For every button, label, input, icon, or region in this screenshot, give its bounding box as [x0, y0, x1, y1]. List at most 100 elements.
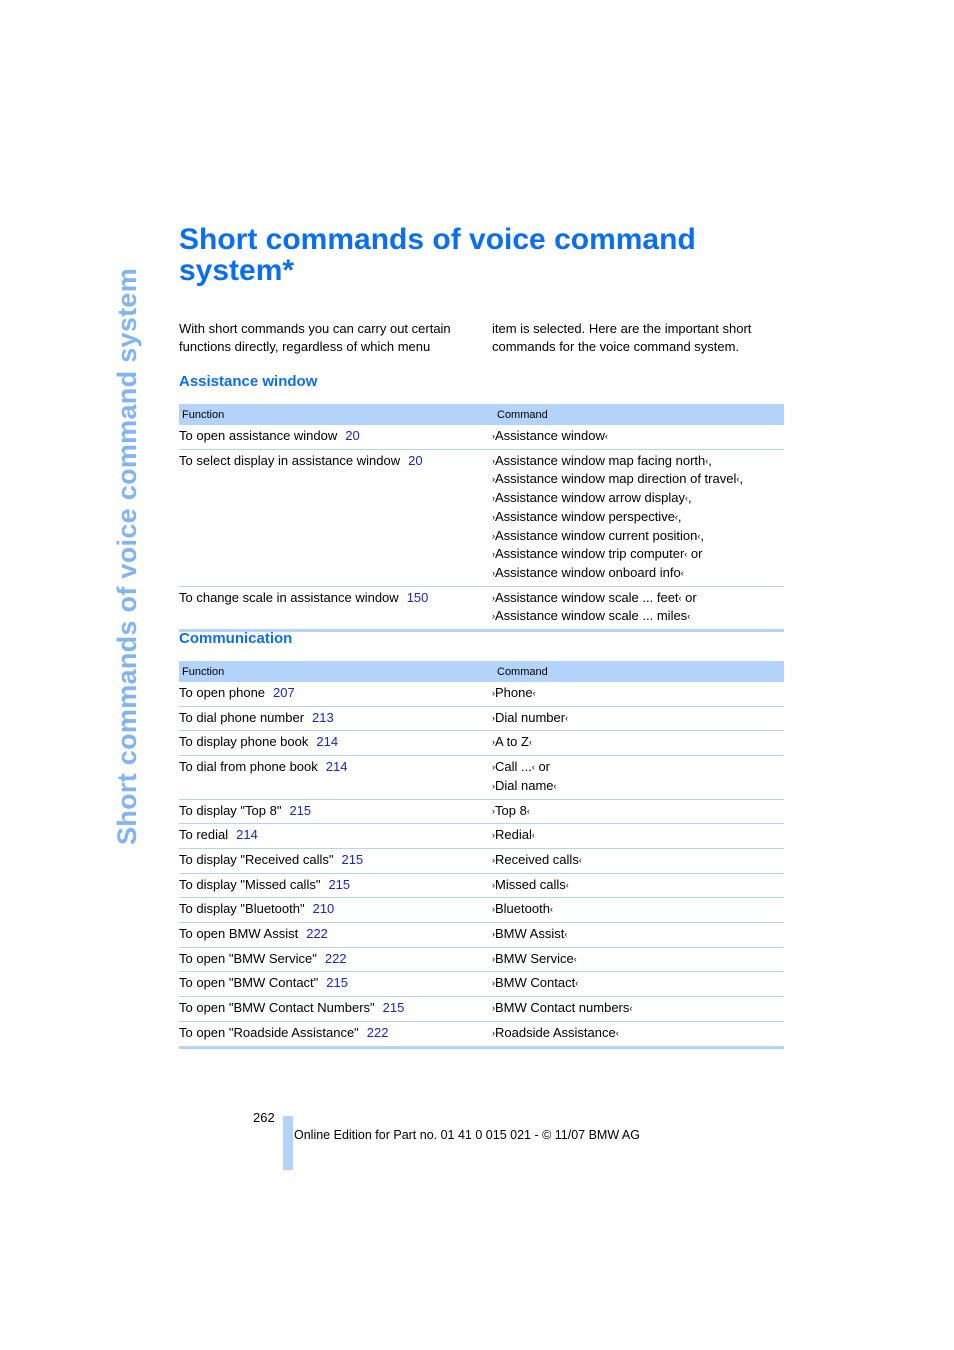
voice-command: ›Roadside Assistance‹ [492, 1024, 784, 1043]
function-text: To display "Missed calls" [179, 876, 321, 892]
function-text: To display "Top 8" [179, 802, 282, 818]
function-cell: To display "Bluetooth" 210 [179, 897, 492, 924]
voice-command: ›Assistance window map facing north‹, [492, 452, 784, 471]
section-heading-communication: Communication [179, 630, 293, 647]
quote-close-mark: ‹ [565, 879, 569, 890]
voice-command: ›Redial‹ [492, 826, 784, 845]
command-text: Phone [495, 685, 533, 700]
page-reference-link[interactable]: 213 [312, 710, 334, 725]
table-row: To change scale in assistance window 150 ›… [179, 586, 784, 633]
page-reference-link[interactable]: 214 [236, 827, 258, 842]
function-text: To dial phone number [179, 709, 305, 725]
quote-close-mark: ‹ [575, 978, 579, 989]
page-reference-link[interactable]: 210 [313, 901, 335, 916]
page-reference-link[interactable]: 222 [367, 1025, 389, 1040]
page-reference-link[interactable]: 214 [326, 759, 348, 774]
command-text: Assistance window trip computer [495, 546, 685, 562]
command-text: Assistance window current position [495, 527, 698, 543]
voice-command: ›BMW Contact‹ [492, 974, 784, 993]
table-header-row: Function Command [179, 404, 784, 425]
function-cell: To open "Roadside Assistance" 222 [179, 1021, 492, 1049]
function-cell: To select display in assistance window 20 [179, 449, 492, 587]
table-body: To open assistance window 20 ›Assistance w… [179, 425, 784, 633]
function-cell: To open assistance window 20 [179, 425, 492, 450]
page-reference-link[interactable]: 20 [408, 453, 422, 468]
page-reference-link[interactable]: 207 [273, 685, 295, 700]
page-number: 262 [253, 1110, 275, 1125]
page-reference-link[interactable]: 20 [345, 428, 359, 443]
page-reference-link[interactable]: 215 [289, 803, 311, 818]
intro-left: With short commands you can carry out ce… [179, 321, 451, 354]
quote-close-mark: ‹ [629, 1003, 633, 1014]
table-row: To display "Missed calls" 215 ›Missed call… [179, 873, 784, 899]
assistance-window-table: Function Command To open assistance wind… [179, 404, 784, 633]
voice-command: ›Bluetooth‹ [492, 900, 784, 919]
command-text: BMW Service [495, 950, 574, 966]
voice-command: ›Dial number‹ [492, 709, 784, 728]
command-cell: ›Call ...‹ or ›Dial name‹ [492, 755, 784, 800]
function-text: To open phone [179, 685, 266, 700]
command-text: BMW Contact numbers [495, 1000, 630, 1016]
command-text: Top 8 [495, 802, 527, 818]
quote-close-mark: ‹ [604, 431, 608, 441]
function-cell: To dial phone number 213 [179, 706, 492, 732]
command-cell: ›Bluetooth‹ [492, 897, 784, 924]
command-cell: ›Roadside Assistance‹ [492, 1021, 784, 1049]
command-cell: ›Phone‹ [492, 682, 784, 707]
quote-close-mark: ‹ [532, 688, 536, 698]
page-reference-link[interactable]: 150 [407, 590, 429, 605]
function-text: To redial [179, 827, 229, 843]
edition-text: Online Edition for Part no. 01 41 0 015 … [294, 1128, 640, 1142]
command-text: Roadside Assistance [495, 1024, 616, 1040]
command-cell: ›Redial‹ [492, 823, 784, 849]
command-cell: ›Dial number‹ [492, 706, 784, 732]
voice-command: ›Assistance window current position‹, [492, 527, 784, 546]
table-row: To select display in assistance window 20… [179, 449, 784, 587]
command-cell: ›A to Z‹ [492, 730, 784, 757]
function-text: To open assistance window [179, 428, 338, 443]
page-reference-link[interactable]: 215 [341, 852, 363, 867]
function-text: To display phone book [179, 734, 309, 750]
command-text: Redial [495, 827, 532, 843]
command-cell: ›Assistance window map facing north‹, ›As… [492, 449, 784, 587]
voice-command: ›BMW Assist‹ [492, 925, 784, 944]
table-row: To dial from phone book 214 ›Call ...‹ or ›… [179, 755, 784, 800]
page-reference-link[interactable]: 215 [326, 975, 348, 990]
voice-command: ›Assistance window arrow display‹, [492, 489, 784, 508]
voice-command: ›Assistance window perspective‹, [492, 508, 784, 527]
voice-command: ›Phone‹ [492, 684, 784, 703]
function-cell: To open "BMW Contact Numbers" 215 [179, 996, 492, 1022]
communication-table: Function Command To open phone 207 ›Phone‹… [179, 661, 784, 1049]
page-reference-link[interactable]: 215 [383, 1000, 405, 1015]
page-reference-link[interactable]: 222 [325, 951, 347, 966]
quote-close-mark: ‹ [687, 611, 691, 622]
table-row: To open phone 207 ›Phone‹ [179, 682, 784, 707]
function-cell: To display "Received calls" 215 [179, 848, 492, 874]
command-text: Dial number [495, 709, 566, 725]
function-cell: To dial from phone book 214 [179, 755, 492, 800]
command-suffix: or [534, 759, 551, 775]
page-reference-link[interactable]: 215 [328, 877, 350, 892]
voice-command: ›Missed calls‹ [492, 876, 784, 895]
page-reference-link[interactable]: 214 [316, 734, 338, 749]
column-header-function: Function [179, 661, 492, 682]
table-row: To display "Top 8" 215 ›Top 8‹ [179, 799, 784, 825]
function-cell: To display "Top 8" 215 [179, 799, 492, 825]
command-text: Assistance window scale ... feet [495, 589, 679, 605]
quote-close-mark: ‹ [615, 1027, 619, 1038]
table-row: To open assistance window 20 ›Assistance w… [179, 425, 784, 450]
side-title: Short commands of voice command system [112, 267, 142, 845]
function-text: To display "Received calls" [179, 851, 334, 867]
section-heading-assistance-window: Assistance window [179, 373, 318, 390]
command-text: Assistance window map direction of trave… [495, 471, 737, 487]
function-text: To open "BMW Contact Numbers" [179, 1000, 375, 1016]
function-text: To select display in assistance window [179, 452, 401, 468]
command-cell: ›Missed calls‹ [492, 873, 784, 899]
command-cell: ›Top 8‹ [492, 799, 784, 825]
page-reference-link[interactable]: 222 [306, 926, 328, 941]
function-cell: To open phone 207 [179, 682, 492, 707]
function-text: To open "BMW Service" [179, 950, 317, 966]
quote-close-mark: ‹ [578, 854, 582, 865]
table-row: To open "BMW Contact Numbers" 215 ›BMW Con… [179, 996, 784, 1022]
command-cell: ›BMW Contact numbers‹ [492, 996, 784, 1022]
